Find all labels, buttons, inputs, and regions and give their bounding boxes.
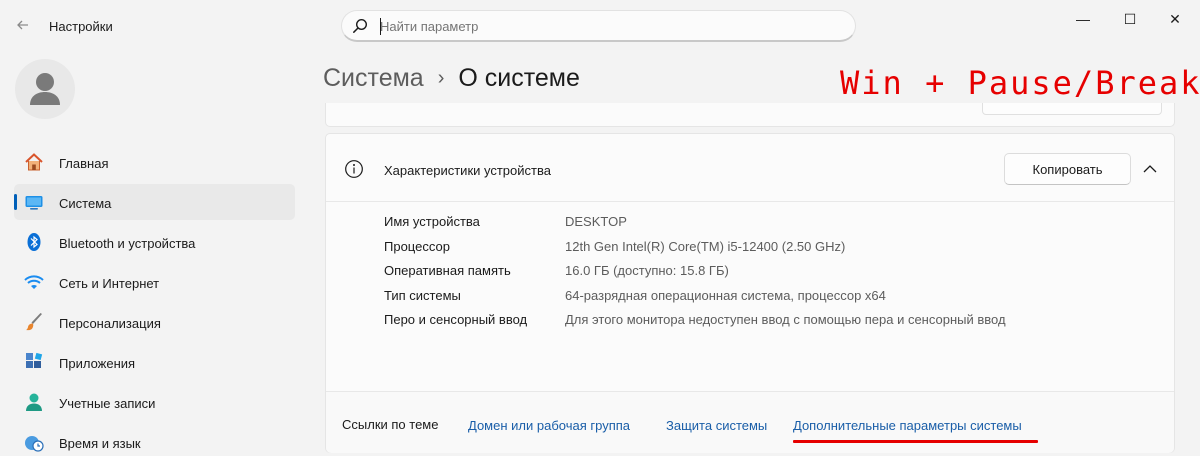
home-icon: [25, 153, 43, 171]
spec-key: Имя устройства: [384, 214, 480, 229]
sidebar-nav: Главная Система Bluetooth и устройства С…: [14, 144, 295, 456]
related-links-title: Ссылки по теме: [342, 417, 439, 432]
maximize-button[interactable]: ☐: [1115, 8, 1145, 30]
spec-key: Тип системы: [384, 287, 461, 303]
avatar[interactable]: [15, 59, 75, 119]
hotkey-annotation: Win + Pause/Break: [840, 64, 1200, 102]
sidebar-item-label: Приложения: [59, 356, 136, 371]
device-specs-header[interactable]: Характеристики устройства Копировать: [326, 134, 1174, 202]
search-input[interactable]: [380, 16, 840, 36]
spec-value: 16.0 ГБ (доступно: 15.8 ГБ): [565, 263, 729, 278]
sidebar-item-bluetooth[interactable]: Bluetooth и устройства: [14, 224, 295, 260]
link-advanced-system-settings[interactable]: Дополнительные параметры системы: [793, 418, 1022, 433]
sidebar-item-system[interactable]: Система: [14, 184, 295, 220]
back-arrow-icon[interactable]: [12, 14, 34, 36]
sidebar-item-label: Персонализация: [59, 316, 161, 331]
breadcrumb-separator: ›: [437, 67, 445, 89]
text-caret: [380, 18, 381, 35]
sidebar-item-label: Время и язык: [59, 436, 141, 451]
user-avatar-icon: [30, 73, 60, 105]
sidebar-item-time-language[interactable]: Время и язык: [14, 424, 295, 456]
sidebar-item-network[interactable]: Сеть и Интернет: [14, 264, 295, 300]
search-box[interactable]: [341, 10, 856, 42]
spec-key: Процессор: [384, 238, 450, 254]
close-button[interactable]: ✕: [1160, 8, 1190, 30]
breadcrumb-parent[interactable]: Система: [323, 64, 424, 92]
app-title: Настройки: [49, 19, 113, 34]
user-icon: [26, 393, 42, 411]
highlight-underline: [793, 440, 1038, 443]
clock-globe-icon: [25, 436, 44, 452]
apps-icon: [26, 352, 43, 368]
spec-row: Имя устройства DESKTOP: [384, 214, 1154, 239]
sidebar-item-label: Система: [59, 196, 112, 211]
device-specs-title: Характеристики устройства: [384, 163, 551, 178]
sidebar-item-label: Учетные записи: [59, 396, 156, 411]
previous-card-partial: [325, 103, 1175, 127]
specs-list: Имя устройства DESKTOP Процессор 12th Ge…: [384, 214, 1154, 337]
link-domain-workgroup[interactable]: Домен или рабочая группа: [468, 418, 630, 433]
copy-button[interactable]: Копировать: [1004, 153, 1131, 185]
system-display-icon: [25, 196, 43, 210]
spec-row: Тип системы 64-разрядная операционная си…: [384, 288, 1154, 313]
related-links: Ссылки по теме Домен или рабочая группа …: [326, 391, 1174, 453]
spec-key: Перо и сенсорный ввод: [384, 312, 528, 327]
spec-row: Оперативная память 16.0 ГБ (доступно: 15…: [384, 263, 1154, 288]
spec-value: 64-разрядная операционная система, проце…: [565, 287, 886, 303]
link-system-protection[interactable]: Защита системы: [666, 418, 767, 433]
breadcrumb: Система › О системе: [323, 64, 580, 93]
sidebar-item-label: Сеть и Интернет: [59, 276, 160, 291]
sidebar-item-label: Bluetooth и устройства: [59, 236, 196, 251]
info-icon: [345, 160, 363, 178]
sidebar-item-home[interactable]: Главная: [14, 144, 295, 180]
sidebar-item-apps[interactable]: Приложения: [14, 344, 295, 380]
chevron-up-icon[interactable]: [1140, 160, 1160, 178]
spec-value: Для этого монитора недоступен ввод с пом…: [565, 312, 1006, 327]
device-specs-card: Характеристики устройства Копировать Имя…: [325, 133, 1175, 453]
brush-icon: [26, 313, 42, 331]
page-title: О системе: [458, 64, 580, 92]
sidebar-item-personalization[interactable]: Персонализация: [14, 304, 295, 340]
sidebar-item-label: Главная: [59, 156, 109, 171]
sidebar-item-accounts[interactable]: Учетные записи: [14, 384, 295, 420]
spec-key: Оперативная память: [384, 263, 511, 278]
spec-value: 12th Gen Intel(R) Core(TM) i5-12400 (2.5…: [565, 238, 846, 254]
wifi-icon: [24, 275, 44, 289]
search-icon: [353, 18, 368, 33]
bluetooth-icon: [27, 233, 41, 251]
previous-card-button-partial[interactable]: [982, 103, 1162, 115]
title-bar: Настройки — ☐ ✕: [0, 0, 1200, 52]
spec-value: DESKTOP: [565, 214, 627, 229]
spec-row: Процессор 12th Gen Intel(R) Core(TM) i5-…: [384, 239, 1154, 264]
minimize-button[interactable]: —: [1068, 8, 1098, 30]
spec-row: Перо и сенсорный ввод Для этого монитора…: [384, 312, 1154, 337]
